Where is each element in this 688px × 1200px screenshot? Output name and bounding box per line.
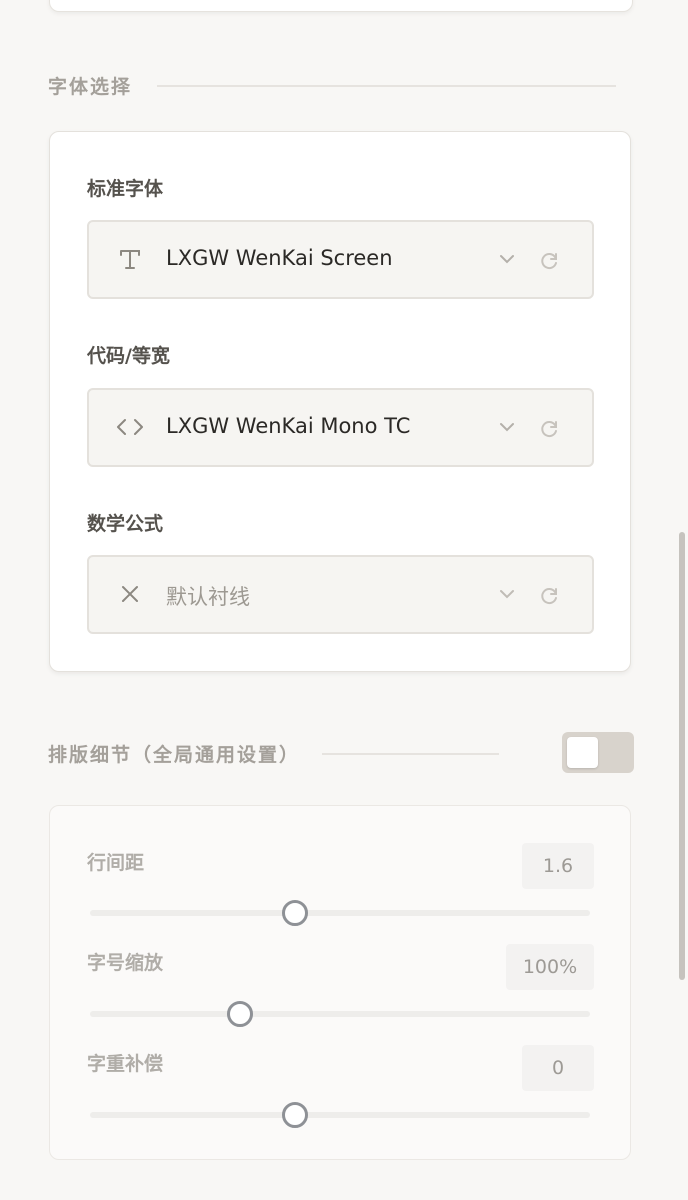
code-brackets-icon <box>115 412 145 442</box>
font-weight-thumb[interactable] <box>282 1102 308 1128</box>
chevron-down-icon[interactable] <box>497 251 517 267</box>
font-section-title: 字体选择 <box>48 76 133 98</box>
section-divider <box>322 752 500 755</box>
chevron-down-icon[interactable] <box>497 419 517 435</box>
reset-icon[interactable] <box>538 584 560 606</box>
typography-section-title: 排版细节（全局通用设置） <box>48 744 301 766</box>
standard-font-value: LXGW WenKai Screen <box>166 246 393 270</box>
math-font-select[interactable]: 默认衬线 <box>87 555 594 634</box>
font-scale-label: 字号缩放 <box>87 952 164 974</box>
font-scale-value[interactable]: 100% <box>506 944 594 990</box>
font-select-card: 标准字体 LXGW WenKai Screen 代码/等宽 LXGW WenKa… <box>49 131 631 672</box>
reset-icon[interactable] <box>538 249 560 271</box>
font-scale-track[interactable] <box>90 1011 590 1017</box>
font-weight-value[interactable]: 0 <box>522 1045 594 1091</box>
standard-font-select[interactable]: LXGW WenKai Screen <box>87 220 594 299</box>
typography-section-header: 排版细节（全局通用设置） <box>48 740 500 767</box>
code-font-label: 代码/等宽 <box>87 345 170 367</box>
line-height-value[interactable]: 1.6 <box>522 843 594 889</box>
font-scale-thumb[interactable] <box>227 1001 253 1027</box>
font-section-header: 字体选择 <box>48 72 617 99</box>
previous-settings-card <box>49 0 633 12</box>
typography-card: 行间距 1.6 字号缩放 100% 字重补偿 0 <box>49 805 631 1160</box>
font-weight-label: 字重补偿 <box>87 1053 164 1075</box>
close-x-icon <box>115 579 145 609</box>
math-font-label: 数学公式 <box>87 513 164 535</box>
section-divider <box>157 84 617 87</box>
code-font-select[interactable]: LXGW WenKai Mono TC <box>87 388 594 467</box>
toggle-knob <box>567 737 598 768</box>
font-weight-track[interactable] <box>90 1112 590 1118</box>
reset-icon[interactable] <box>538 417 560 439</box>
scrollbar[interactable] <box>679 532 685 980</box>
chevron-down-icon[interactable] <box>497 586 517 602</box>
standard-font-label: 标准字体 <box>87 178 164 200</box>
line-height-thumb[interactable] <box>282 900 308 926</box>
line-height-label: 行间距 <box>87 852 145 874</box>
text-t-icon <box>115 244 145 274</box>
math-font-value: 默认衬线 <box>166 585 250 609</box>
line-height-track[interactable] <box>90 910 590 916</box>
code-font-value: LXGW WenKai Mono TC <box>166 414 411 438</box>
typography-toggle[interactable] <box>562 732 634 773</box>
